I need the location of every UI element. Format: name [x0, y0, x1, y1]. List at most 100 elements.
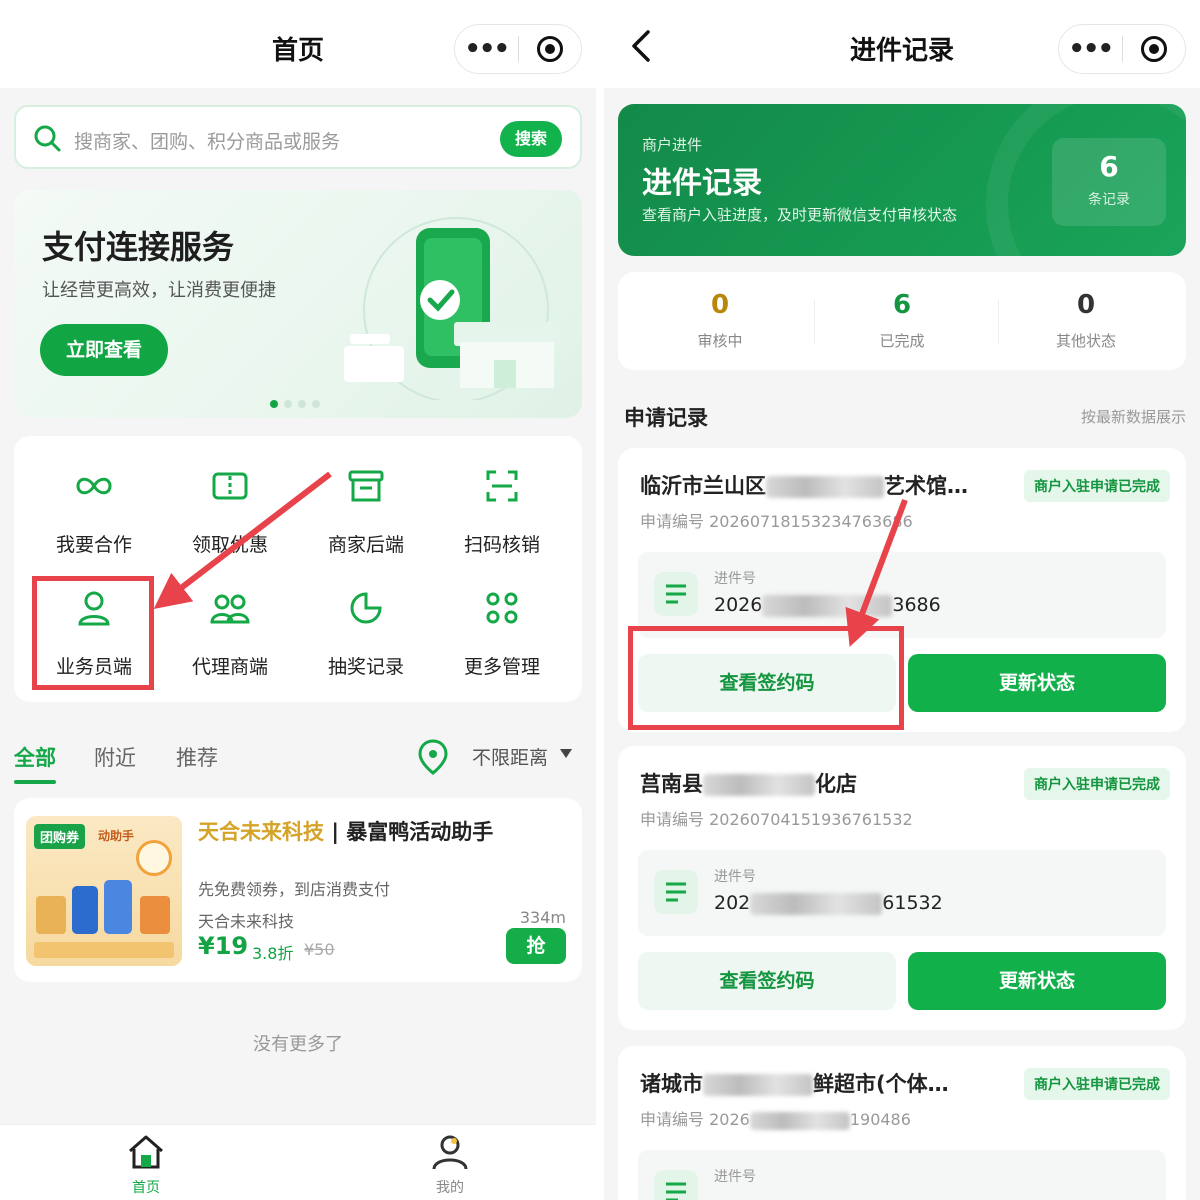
- redacted-blur: [703, 1074, 813, 1096]
- submission-number-box: 进件号: [638, 1150, 1166, 1200]
- stat-other[interactable]: 0 其他状态: [996, 290, 1176, 351]
- grid-item-cooperate[interactable]: 我要合作: [26, 440, 162, 556]
- deal-discount: 3.8折: [252, 944, 294, 963]
- submission-number: 202 61532: [714, 892, 943, 915]
- pie-icon: [350, 592, 382, 624]
- deal-title-separator: |: [331, 820, 339, 844]
- stat-label: 其他状态: [1055, 332, 1116, 350]
- document-icon: [654, 870, 698, 914]
- submission-number: 2026 3686: [714, 594, 941, 617]
- mini-program-capsule: •••: [454, 24, 582, 74]
- grab-button[interactable]: 抢: [506, 928, 566, 964]
- stat-completed[interactable]: 6 已完成: [812, 290, 992, 351]
- thumb-tag: 团购券: [34, 824, 86, 849]
- grid-item-label: 商家后端: [327, 534, 404, 556]
- close-mini-program-button[interactable]: [518, 36, 581, 62]
- merchant-name: 诸城市 鲜超市(个体…: [640, 1072, 949, 1096]
- record-count-unit: 条记录: [1088, 192, 1130, 208]
- grid-item-merchant-backend[interactable]: 商家后端: [298, 440, 434, 556]
- tab-all[interactable]: 全部: [14, 742, 56, 772]
- grid-item-agent[interactable]: 代理商端: [162, 562, 298, 678]
- tabbar-label: 首页: [132, 1180, 160, 1196]
- no-more-text: 没有更多了: [253, 1034, 343, 1055]
- submission-label: 进件号: [714, 1169, 756, 1185]
- search-button[interactable]: 搜索: [500, 121, 562, 157]
- deal-original-price: ¥50: [304, 940, 335, 959]
- duck-mascot-icon: [136, 840, 172, 876]
- close-mini-program-button[interactable]: [1122, 36, 1185, 62]
- grid-item-label: 扫码核销: [463, 534, 540, 556]
- screenshot-root: 首页 ••• 搜商家、团购、积分商品或服务 搜索 支付连接服务 让经营更高效，让…: [0, 0, 1200, 1200]
- target-icon: [1140, 36, 1167, 62]
- submission-number-box: 进件号 202 61532: [638, 850, 1166, 936]
- record-count-box: 6 条记录: [1052, 138, 1166, 226]
- grid-item-label: 代理商端: [191, 656, 268, 678]
- distance-filter[interactable]: 不限距离: [472, 743, 548, 770]
- update-status-button[interactable]: 更新状态: [908, 654, 1166, 712]
- grid-item-coupon[interactable]: 领取优惠: [162, 440, 298, 556]
- record-card: 诸城市 鲜超市(个体… 商户入驻申请已完成 申请编号 2026 190486 进件号: [618, 1046, 1186, 1200]
- deal-product: 暴富鸭活动助手: [346, 820, 494, 844]
- coupon-icon: [212, 472, 248, 500]
- chevron-down-icon: [560, 749, 572, 758]
- document-icon: [654, 1170, 698, 1200]
- tab-nearby[interactable]: 附近: [94, 742, 136, 772]
- promo-banner[interactable]: 支付连接服务 让经营更高效，让消费更便捷 立即查看: [14, 190, 582, 418]
- tabbar-me[interactable]: 我的: [410, 1133, 490, 1197]
- grid-item-more-management[interactable]: 更多管理: [434, 562, 570, 678]
- deal-description: 先免费领券，到店消费支付: [198, 880, 391, 899]
- submission-label: 进件号: [714, 869, 756, 885]
- deal-shop: 天合未来科技: [198, 912, 295, 931]
- submission-label: 进件号: [714, 571, 756, 587]
- submission-records-screen: 进件记录 ••• 商户进件 进件记录 查看商户入驻进度，及时更新微信支付审核状态…: [604, 0, 1200, 1200]
- deal-title: 天合未来科技 | 暴富鸭活动助手: [198, 816, 493, 846]
- view-signing-code-button[interactable]: 查看签约码: [638, 952, 896, 1010]
- stat-reviewing[interactable]: 0 审核中: [630, 290, 810, 351]
- handshake-icon: [76, 477, 112, 495]
- location-pin-icon[interactable]: [416, 738, 450, 776]
- search-icon: [34, 125, 61, 152]
- grid-item-label: 领取优惠: [191, 534, 268, 556]
- redacted-blur: [766, 476, 884, 498]
- user-icon: [432, 1135, 468, 1170]
- section-title: 申请记录: [624, 406, 708, 430]
- application-number: 申请编号 20260704151936761532: [640, 810, 913, 829]
- application-number: 申请编号 20260718153234763686: [640, 512, 913, 531]
- view-now-button[interactable]: 立即查看: [40, 324, 168, 376]
- more-menu-button[interactable]: •••: [455, 24, 518, 74]
- tabbar-home[interactable]: 首页: [106, 1133, 186, 1197]
- deal-card[interactable]: 团购券 动助手 天合未来科技 | 暴富鸭活动助手 先免费领券，到店消费支付 天合…: [14, 798, 582, 982]
- stat-value: 0: [710, 290, 730, 320]
- header-title: 进件记录: [642, 166, 762, 201]
- redacted-blur: [750, 892, 883, 915]
- header-description: 查看商户入驻进度，及时更新微信支付审核状态: [642, 206, 958, 224]
- bottom-tab-bar: 首页 我的: [0, 1124, 596, 1200]
- scan-icon: [486, 470, 518, 502]
- header-kicker: 商户进件: [642, 136, 703, 154]
- tab-recommended[interactable]: 推荐: [176, 742, 218, 772]
- grid-item-label: 我要合作: [55, 534, 132, 556]
- search-placeholder: 搜商家、团购、积分商品或服务: [74, 131, 341, 153]
- record-card: 莒南县 化店 商户入驻申请已完成 申请编号 2026070415193676153…: [618, 746, 1186, 1030]
- deal-brand: 天合未来科技: [198, 820, 324, 844]
- grid-item-scan-verify[interactable]: 扫码核销: [434, 440, 570, 556]
- nav-bar: 进件记录 •••: [604, 0, 1200, 88]
- tabbar-label: 我的: [436, 1180, 464, 1196]
- carousel-dots: [270, 400, 320, 408]
- stat-value: 0: [1076, 290, 1096, 320]
- grid-item-label: 抽奖记录: [327, 656, 404, 678]
- stat-label: 已完成: [879, 332, 925, 350]
- redacted-blur: [749, 1111, 850, 1130]
- status-badge: 商户入驻申请已完成: [1024, 1068, 1170, 1100]
- redacted-blur: [703, 774, 815, 796]
- screen-divider: [596, 0, 604, 1200]
- grid-item-lottery-records[interactable]: 抽奖记录: [298, 562, 434, 678]
- payment-phone-illustration: [344, 217, 560, 400]
- application-number: 申请编号 2026 190486: [640, 1110, 911, 1130]
- section-note: 按最新数据展示: [1080, 408, 1186, 426]
- search-bar[interactable]: 搜商家、团购、积分商品或服务 搜索: [14, 105, 582, 169]
- more-menu-button[interactable]: •••: [1059, 24, 1122, 74]
- update-status-button[interactable]: 更新状态: [908, 952, 1166, 1010]
- nav-bar: 首页 •••: [0, 0, 596, 88]
- target-icon: [536, 36, 563, 62]
